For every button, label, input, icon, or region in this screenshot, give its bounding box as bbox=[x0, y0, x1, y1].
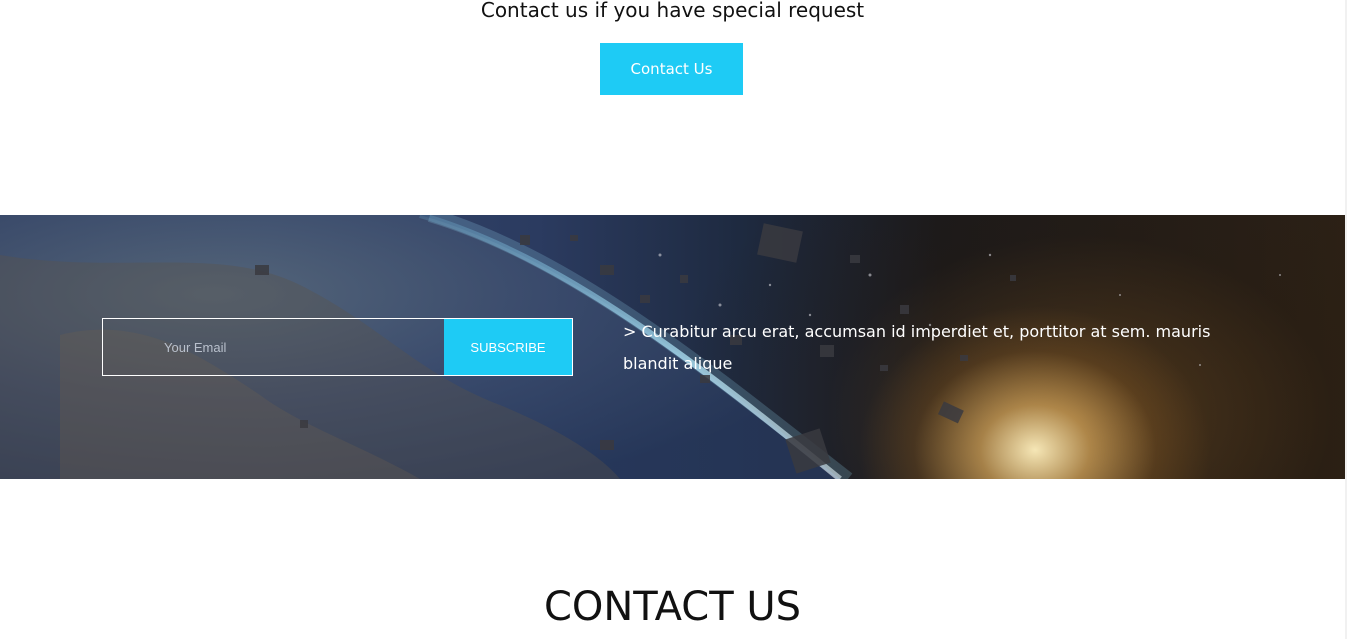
special-request-text: Contact us if you have special request bbox=[480, 0, 865, 22]
page: Contact us if you have special request C… bbox=[0, 0, 1347, 639]
subscribe-description: > Curabitur arcu erat, accumsan id imper… bbox=[623, 322, 1211, 373]
subscribe-banner: SUBSCRIBE > Curabitur arcu erat, accumsa… bbox=[0, 215, 1345, 479]
email-input[interactable] bbox=[103, 319, 443, 375]
contact-us-button[interactable]: Contact Us bbox=[600, 43, 743, 95]
subscribe-form: SUBSCRIBE bbox=[102, 318, 573, 376]
contact-section-heading: CONTACT US bbox=[543, 584, 802, 630]
subscribe-button[interactable]: SUBSCRIBE bbox=[444, 319, 572, 375]
